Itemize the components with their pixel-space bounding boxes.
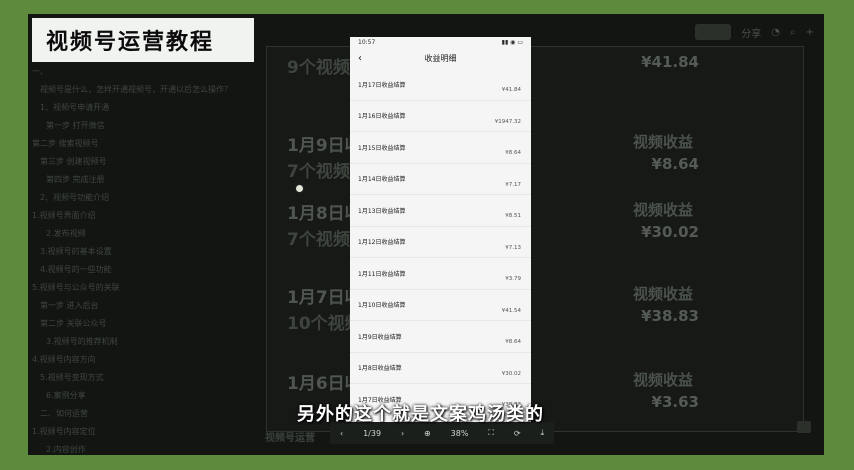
download-icon[interactable]: ⤓ — [540, 428, 544, 438]
earnings-item-amount: ¥8.51 — [505, 213, 521, 219]
document-page: 9个视频 ¥41.84 1月9日收益 7个视频 视频收益 ¥8.64 1月8日收益 7个视频视… — [266, 46, 804, 432]
search-icon[interactable]: ⌕ — [790, 27, 796, 38]
earnings-item-amount: ¥7.13 — [505, 244, 521, 251]
rotate-icon[interactable]: ⟳ — [514, 429, 521, 438]
earnings-item-amount: ¥41.84 — [501, 87, 521, 93]
phone-status-bar: 10:57 ▮▮ ◉ ▭ — [350, 37, 531, 47]
phone-header: ‹ 收益明细 — [350, 47, 531, 69]
outline-item[interactable]: 第三步 创建视频号 — [30, 152, 258, 170]
earnings-item[interactable]: 1月9日收益结算 ¥8.64 — [350, 321, 531, 353]
row-label: 视频收益 — [632, 285, 693, 303]
phone-status-icons: ▮▮ ◉ ▭ — [501, 38, 523, 46]
earnings-item-title: 1月9日收益结算 — [358, 333, 402, 341]
row-amount: ¥30.02 — [641, 223, 699, 241]
row-subtitle: 9个视频 — [287, 58, 350, 78]
outline-item[interactable]: 2、视频号功能介绍 — [30, 188, 258, 206]
earnings-item-amount: ¥8.64 — [505, 150, 521, 156]
earnings-item[interactable]: 1月14日收益结算 ¥7.17 — [350, 164, 531, 195]
add-icon[interactable]: + — [806, 27, 814, 38]
outline-item[interactable]: 2.发布视频 — [30, 224, 258, 242]
mouse-cursor — [295, 184, 304, 193]
row-amount: ¥41.84 — [641, 53, 699, 71]
outline-item[interactable]: 第四步 完成注册 — [30, 170, 258, 188]
earnings-item[interactable]: 1月10日收益结算 ¥41.54 — [350, 290, 531, 321]
outline-item[interactable]: 第一步 打开微信 — [30, 116, 258, 134]
outline-item[interactable]: 3.视频号的推荐机制 — [30, 332, 258, 350]
earnings-item-amount: ¥30.02 — [501, 370, 521, 377]
earnings-item[interactable]: 1月15日收益结算 ¥8.64 — [350, 132, 531, 164]
document-viewer: 分享 ◔ ⌕ + 9个视频 ¥41.84 1月9日收益 7个视频 视频收益 ¥8.64 1月… — [262, 18, 824, 432]
phone-title: 收益明细 — [424, 53, 457, 63]
outline-item[interactable]: 3.视频号的基本设置 — [30, 242, 258, 260]
earnings-item[interactable]: 1月16日收益结算 ¥1947.32 — [350, 101, 531, 132]
bottom-tab[interactable]: 视频号运营 — [265, 429, 315, 444]
earnings-item-amount: ¥7.17 — [505, 181, 521, 188]
outline-item[interactable]: 6.案例分享 — [30, 386, 258, 404]
corner-icon[interactable] — [797, 421, 811, 433]
row-label: 视频收益 — [632, 371, 693, 389]
outline-item[interactable]: 5.视频号与公众号的关联 — [30, 278, 258, 296]
earnings-list: 1月17日收益结算 ¥41.84 1月16日收益结算 ¥1947.32 1月15日收益结… — [350, 69, 531, 416]
earnings-item-title: 1月12日收益结算 — [358, 239, 406, 247]
row-amount: ¥8.64 — [651, 155, 699, 173]
outline-item[interactable]: 第一步 进入后台 — [30, 296, 258, 314]
video-subtitle: 另外的这个就是文案鸡汤类的 — [297, 404, 544, 425]
page-indicator: 1/39 — [363, 428, 382, 438]
back-icon[interactable]: ‹ — [358, 53, 362, 64]
earnings-item-title: 1月17日收益结算 — [358, 81, 406, 89]
outline-item[interactable]: 4.视频号的一些功能 — [30, 260, 258, 278]
row-amount: ¥38.83 — [641, 307, 699, 325]
earnings-item-title: 1月8日收益结算 — [358, 365, 402, 373]
prev-icon[interactable]: ‹ — [340, 429, 343, 438]
earnings-item-amount: ¥8.64 — [505, 339, 521, 345]
outline-item[interactable]: 一、 — [30, 62, 258, 80]
outline-item[interactable]: 第二步 关联公众号 — [30, 314, 258, 332]
phone-time: 10:57 — [358, 38, 376, 46]
row-amount: ¥3.63 — [651, 393, 699, 411]
outline-item[interactable]: 1.视频号界面介绍 — [30, 206, 258, 224]
row-subtitle: 7个视频 — [287, 162, 350, 182]
earnings-item-amount: ¥41.54 — [501, 307, 521, 314]
course-title-badge: 视频号运营教程 — [32, 18, 254, 62]
earnings-item-amount: ¥1947.32 — [494, 118, 521, 125]
phone-screenshot: 10:57 ▮▮ ◉ ▭ ‹ 收益明细 1月17日收益结算 ¥41.84 1月16日… — [350, 37, 531, 425]
fit-icon[interactable]: ⛶ — [488, 428, 494, 438]
outline-item[interactable]: 1.视频号内容定位 — [30, 422, 258, 440]
outline-item[interactable]: 1、视频号申请开通 — [30, 98, 258, 116]
top-toolbar: 分享 ◔ ⌕ + — [695, 24, 814, 40]
earnings-item[interactable]: 1月13日收益结算 ¥8.51 — [350, 195, 531, 227]
earnings-item[interactable]: 1月12日收益结算 ¥7.13 — [350, 227, 531, 258]
outline-item[interactable]: 5.视频号变现方式 — [30, 368, 258, 386]
row-label: 视频收益 — [632, 133, 693, 151]
earnings-item-title: 1月15日收益结算 — [358, 144, 406, 152]
toolbar-control[interactable] — [695, 24, 732, 40]
earnings-item-amount: ¥3.79 — [505, 276, 521, 282]
next-icon[interactable]: › — [401, 429, 404, 438]
outline-item[interactable]: 2.内容创作 — [30, 440, 258, 458]
outline-item[interactable]: 4.视频号内容方向 — [30, 350, 258, 368]
earnings-item[interactable]: 1月8日收益结算 ¥30.02 — [350, 353, 531, 384]
outline-item[interactable]: 视频号是什么，怎样开通视频号，开通以后怎么操作？ — [30, 80, 258, 98]
earnings-item[interactable]: 1月11日收益结算 ¥3.79 — [350, 258, 531, 290]
zoom-icon[interactable]: ⊕ — [424, 429, 431, 438]
earnings-item-title: 1月10日收益结算 — [358, 302, 406, 310]
zoom-level: 38% — [450, 428, 469, 438]
outline-item[interactable]: 二、如何运营 — [30, 404, 258, 422]
row-subtitle: 7个视频 — [287, 230, 350, 250]
document-outline: 一、 视频号是什么，怎样开通视频号，开通以后怎么操作？ 1、视频号申请开通 第一步 打… — [30, 62, 258, 454]
bell-icon[interactable]: ◔ — [771, 27, 780, 38]
outline-item[interactable]: 第二步 搜索视频号 — [30, 134, 258, 152]
row-label: 视频收益 — [632, 201, 693, 219]
earnings-item[interactable]: 1月17日收益结算 ¥41.84 — [350, 69, 531, 101]
earnings-item-title: 1月13日收益结算 — [358, 207, 406, 215]
earnings-item-title: 1月11日收益结算 — [358, 270, 406, 278]
share-label[interactable]: 分享 — [741, 25, 761, 40]
earnings-item-title: 1月14日收益结算 — [358, 176, 406, 184]
